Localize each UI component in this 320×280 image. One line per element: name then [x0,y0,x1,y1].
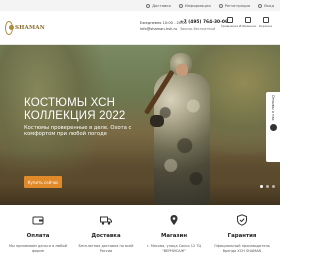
reviews-tab-label: Отзывы о нас [271,95,275,121]
logo-emblem-icon [5,20,14,35]
feature-payment: Оплата Мы принимаем деньги в любой форме [5,205,71,280]
topbar-link-login[interactable]: Вход [258,3,274,8]
feature-shop: Магазин г. Москва, улица Сакко 12 ТЦ "ВЕ… [141,205,207,280]
shop-icon [170,215,178,225]
hero-title-line: КОЛЛЕКЦИЯ 2022 [24,110,126,122]
hero-banner: КОСТЮМЫ ХСН КОЛЛЕКЦИЯ 2022 Костюмы прове… [0,45,280,205]
topbar-link-info[interactable]: Информация [178,3,211,8]
compare-button[interactable]: Сравнение [220,17,239,28]
feature-text: Мы принимаем деньги в любой форме [8,244,68,253]
features-strip: Оплата Мы принимаем деньги в любой форме… [0,205,280,280]
slider-dot[interactable] [266,185,269,188]
feature-title: Оплата [26,233,50,239]
user-icon [218,3,223,8]
wallet-icon [32,216,44,225]
hero-title: КОСТЮМЫ ХСН КОЛЛЕКЦИЯ 2022 [24,97,126,123]
feature-title: Гарантия [227,233,257,239]
reviews-icon [269,123,277,131]
topbar-link-label: Вход [264,3,274,8]
feature-delivery: Доставка Бесплатная доставка по всей Рос… [73,205,139,280]
slider-dot-active[interactable] [260,185,263,188]
feature-title: Доставка [91,233,121,239]
heart-icon [244,17,251,23]
info-icon [178,3,183,8]
favorites-label: Избранное [238,24,257,28]
feature-text: Официальный производитель бренда ХСН SHA… [214,244,270,253]
slider-dot[interactable] [272,185,275,188]
hunter-camo-pattern [154,73,210,205]
hero-hunter-image [140,53,220,205]
topbar-link-register[interactable]: Регистрация [218,3,251,8]
logo-text: SHAMAN [14,24,45,31]
hero-title-line: КОСТЮМЫ ХСН [24,97,116,109]
feature-warranty: Гарантия Официальный производитель бренд… [209,205,275,280]
shield-icon [237,214,247,226]
reviews-side-tab[interactable]: Отзывы о нас [266,92,280,162]
hero-subtitle: Костюмы проверенные в деле. Охота с комф… [24,125,132,138]
truck-icon [100,216,112,225]
cart-button[interactable]: Корзина [259,17,272,28]
feature-title: Магазин [160,233,188,239]
topbar-link-label: Информация [184,3,211,8]
topbar-link-label: Доставка [152,3,171,8]
header-actions: Сравнение Избранное Корзина [220,17,272,28]
login-icon [258,3,263,8]
cart-label: Корзина [258,24,273,28]
feature-text: Бесплатная доставка по всей России [78,244,134,253]
compare-icon [226,17,233,23]
topbar-link-delivery[interactable]: Доставка [146,3,171,8]
buy-now-button[interactable]: Купить сейчас [24,176,62,188]
hunter-face [176,64,188,76]
compare-label: Сравнение [220,24,239,28]
feature-text: г. Москва, улица Сакко 12 ТЦ "ВЕРНИСАЖ" [146,244,202,253]
cart-icon [262,17,269,23]
site-logo[interactable]: SHAMAN [5,14,45,41]
hunter-glove [150,115,164,127]
slider-pagination [260,185,275,188]
topbar-link-label: Регистрация [224,3,251,8]
favorites-button[interactable]: Избранное [238,17,257,28]
top-utility-bar: Доставка Информация Регистрация Вход [0,0,280,11]
site-header: SHAMAN Ежедневно 10:00 - 20:00 info@sham… [0,11,280,45]
truck-icon [146,3,151,8]
